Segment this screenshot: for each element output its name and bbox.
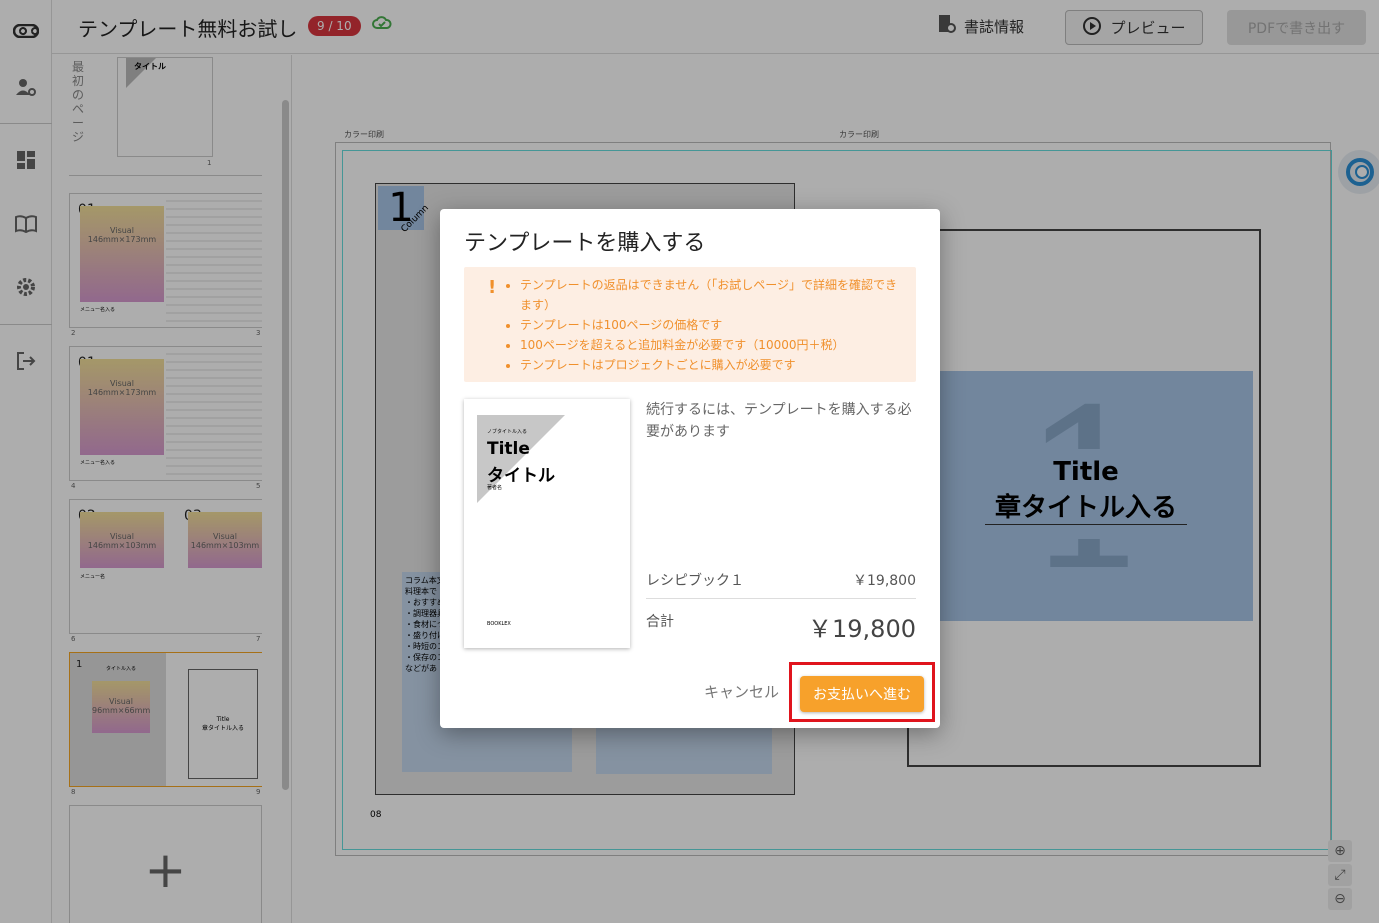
line-item: レシピブック１ ￥19,800: [646, 570, 916, 590]
app-root: テンプレート無料お試し 9 / 10 書誌情報 プレビュー PDFで書き出す 最…: [0, 0, 1379, 923]
total-label: 合計: [646, 614, 674, 630]
warning-box: ! テンプレートの返品はできません（「お試しページ」で詳細を確認できます） テン…: [464, 267, 916, 382]
total-price: ￥19,800: [808, 615, 916, 643]
warning-item: テンプレートはプロジェクトごとに購入が必要です: [520, 355, 905, 375]
cover-small: ノブタイトル入る: [487, 429, 528, 435]
warning-icon: !: [488, 277, 497, 298]
purchase-dialog: テンプレートを購入する ! テンプレートの返品はできません（「お試しページ」で詳…: [440, 209, 940, 728]
cover-title: Title: [487, 439, 530, 459]
cover-subtitle: タイトル: [487, 466, 555, 486]
dialog-title: テンプレートを購入する: [464, 231, 706, 256]
cover-author: 著者名: [487, 485, 503, 491]
cancel-button[interactable]: キャンセル: [704, 681, 779, 702]
warning-list: テンプレートの返品はできません（「お試しページ」で詳細を確認できます） テンプレ…: [520, 275, 905, 375]
item-name: レシピブック１: [646, 573, 744, 589]
item-price: ￥19,800: [853, 573, 916, 589]
warning-item: テンプレートの返品はできません（「お試しページ」で詳細を確認できます）: [520, 275, 905, 315]
template-cover: ノブタイトル入る Title タイトル 著者名 BOOKLEX: [464, 399, 630, 648]
warning-item: 100ページを超えると追加料金が必要です（10000円＋税）: [520, 335, 905, 355]
warning-item: テンプレートは100ページの価格です: [520, 315, 905, 335]
proceed-to-payment-button[interactable]: お支払いへ進む: [800, 676, 924, 712]
divider: [646, 598, 916, 599]
cover-footer: BOOKLEX: [487, 621, 511, 627]
dialog-message: 続行するには、テンプレートを購入する必要があります: [646, 402, 912, 440]
total-row: 合計 ￥19,800: [646, 611, 916, 643]
